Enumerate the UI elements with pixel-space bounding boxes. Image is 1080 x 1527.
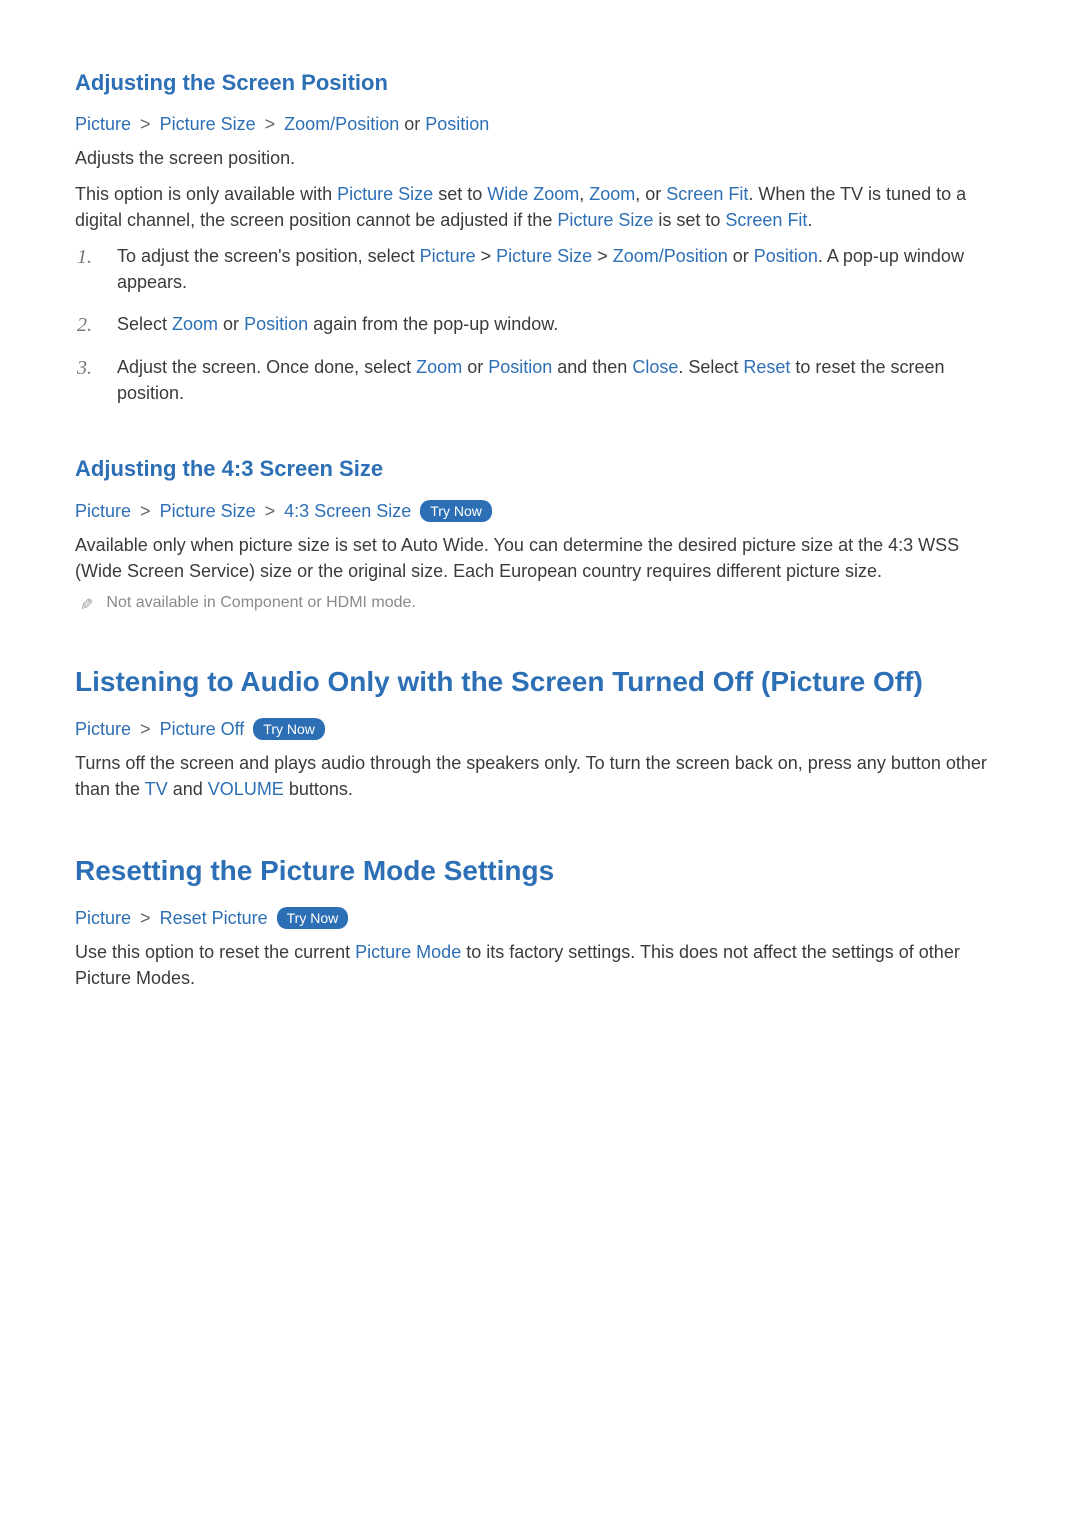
- inline-link[interactable]: Picture Size: [496, 246, 592, 266]
- breadcrumb-link[interactable]: Picture Size: [160, 114, 256, 134]
- try-now-button[interactable]: Try Now: [253, 718, 325, 740]
- inline-link[interactable]: Zoom/Position: [613, 246, 728, 266]
- inline-link[interactable]: VOLUME: [208, 779, 284, 799]
- breadcrumb-sep: >: [265, 501, 276, 521]
- inline-link[interactable]: Position: [244, 314, 308, 334]
- breadcrumb-sep: >: [140, 501, 151, 521]
- inline-link[interactable]: Zoom: [172, 314, 218, 334]
- section-picture-off: Listening to Audio Only with the Screen …: [75, 664, 1005, 803]
- inline-link[interactable]: Close: [632, 357, 678, 377]
- section-43-size: Adjusting the 4:3 Screen Size Picture > …: [75, 456, 1005, 614]
- try-now-button[interactable]: Try Now: [277, 907, 349, 929]
- note-text: Not available in Component or HDMI mode.: [106, 594, 415, 612]
- breadcrumb-or: or: [404, 114, 420, 134]
- breadcrumb-link[interactable]: Picture: [75, 908, 131, 928]
- inline-link[interactable]: Picture: [420, 246, 476, 266]
- section-reset-picture: Resetting the Picture Mode Settings Pict…: [75, 853, 1005, 992]
- list-item: 2. Select Zoom or Position again from th…: [105, 311, 1005, 337]
- note: ✎ Not available in Component or HDMI mod…: [75, 594, 1005, 614]
- paragraph: This option is only available with Pictu…: [75, 181, 1005, 233]
- inline-link[interactable]: Picture Size: [337, 184, 433, 204]
- list-number: 1.: [77, 243, 92, 272]
- paragraph: Adjusts the screen position.: [75, 145, 1005, 171]
- inline-link[interactable]: Screen Fit: [725, 210, 807, 230]
- inline-link[interactable]: Reset: [743, 357, 790, 377]
- breadcrumb-sep: >: [140, 908, 151, 928]
- heading-reset-picture: Resetting the Picture Mode Settings: [75, 853, 1005, 889]
- list-item: 1. To adjust the screen's position, sele…: [105, 243, 1005, 295]
- paragraph: Available only when picture size is set …: [75, 532, 1005, 584]
- inline-link[interactable]: TV: [145, 779, 168, 799]
- inline-link[interactable]: Zoom: [416, 357, 462, 377]
- inline-link[interactable]: Wide Zoom: [487, 184, 579, 204]
- breadcrumb-link[interactable]: Picture Off: [160, 719, 245, 739]
- pencil-icon: ✎: [76, 597, 96, 610]
- inline-link[interactable]: Zoom: [589, 184, 635, 204]
- heading-picture-off: Listening to Audio Only with the Screen …: [75, 664, 1005, 700]
- breadcrumb-link[interactable]: 4:3 Screen Size: [284, 501, 411, 521]
- breadcrumb-link[interactable]: Picture: [75, 501, 131, 521]
- inline-link[interactable]: Picture Size: [557, 210, 653, 230]
- breadcrumb-reset-picture: Picture > Reset Picture Try Now: [75, 907, 1005, 929]
- breadcrumb-link[interactable]: Picture: [75, 114, 131, 134]
- breadcrumb-link[interactable]: Picture: [75, 719, 131, 739]
- breadcrumb-link[interactable]: Position: [425, 114, 489, 134]
- breadcrumb-sep: >: [265, 114, 276, 134]
- inline-link[interactable]: Position: [754, 246, 818, 266]
- list-item: 3. Adjust the screen. Once done, select …: [105, 354, 1005, 406]
- heading-screen-position: Adjusting the Screen Position: [75, 70, 1005, 96]
- ordered-list: 1. To adjust the screen's position, sele…: [75, 243, 1005, 405]
- inline-link[interactable]: Screen Fit: [666, 184, 748, 204]
- list-number: 3.: [77, 354, 92, 383]
- breadcrumb-screen-position: Picture > Picture Size > Zoom/Position o…: [75, 114, 1005, 135]
- paragraph: Use this option to reset the current Pic…: [75, 939, 1005, 991]
- try-now-button[interactable]: Try Now: [420, 500, 492, 522]
- breadcrumb-picture-off: Picture > Picture Off Try Now: [75, 718, 1005, 740]
- breadcrumb-link[interactable]: Reset Picture: [160, 908, 268, 928]
- breadcrumb-link[interactable]: Picture Size: [160, 501, 256, 521]
- paragraph: Turns off the screen and plays audio thr…: [75, 750, 1005, 802]
- inline-link[interactable]: Picture Mode: [355, 942, 461, 962]
- section-screen-position: Adjusting the Screen Position Picture > …: [75, 70, 1005, 406]
- heading-43-size: Adjusting the 4:3 Screen Size: [75, 456, 1005, 482]
- inline-link[interactable]: Position: [488, 357, 552, 377]
- breadcrumb-link[interactable]: Zoom/Position: [284, 114, 399, 134]
- breadcrumb-sep: >: [140, 719, 151, 739]
- list-number: 2.: [77, 311, 92, 340]
- breadcrumb-43-size: Picture > Picture Size > 4:3 Screen Size…: [75, 500, 1005, 522]
- breadcrumb-sep: >: [140, 114, 151, 134]
